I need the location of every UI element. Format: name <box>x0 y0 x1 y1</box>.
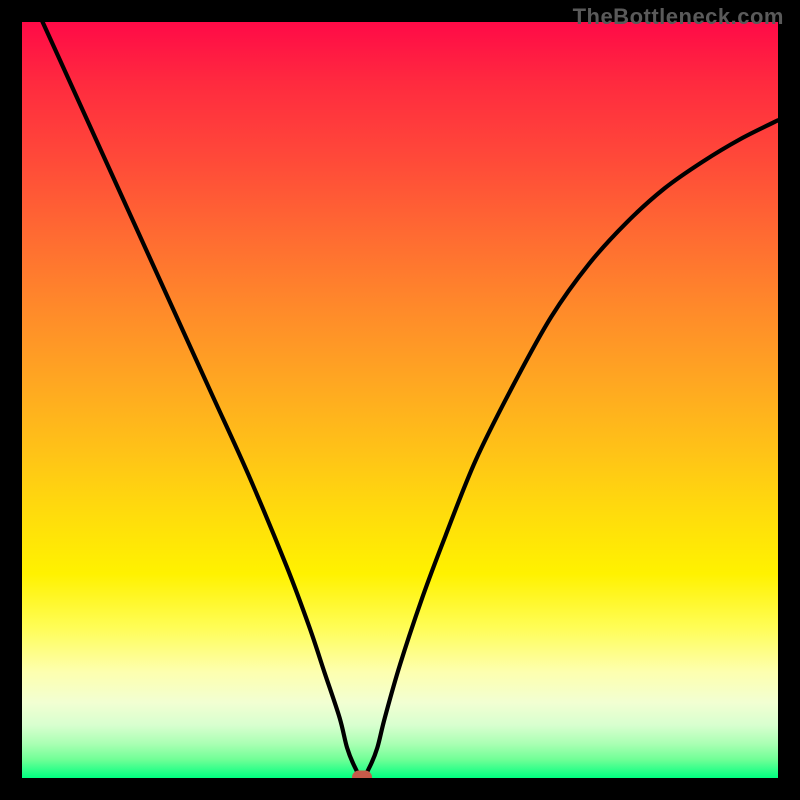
bottleneck-curve <box>22 22 778 778</box>
curve-line <box>22 22 778 778</box>
chart-frame: TheBottleneck.com <box>0 0 800 800</box>
plot-area <box>22 22 778 778</box>
watermark-label: TheBottleneck.com <box>573 4 784 30</box>
optimal-point-marker <box>352 771 372 779</box>
